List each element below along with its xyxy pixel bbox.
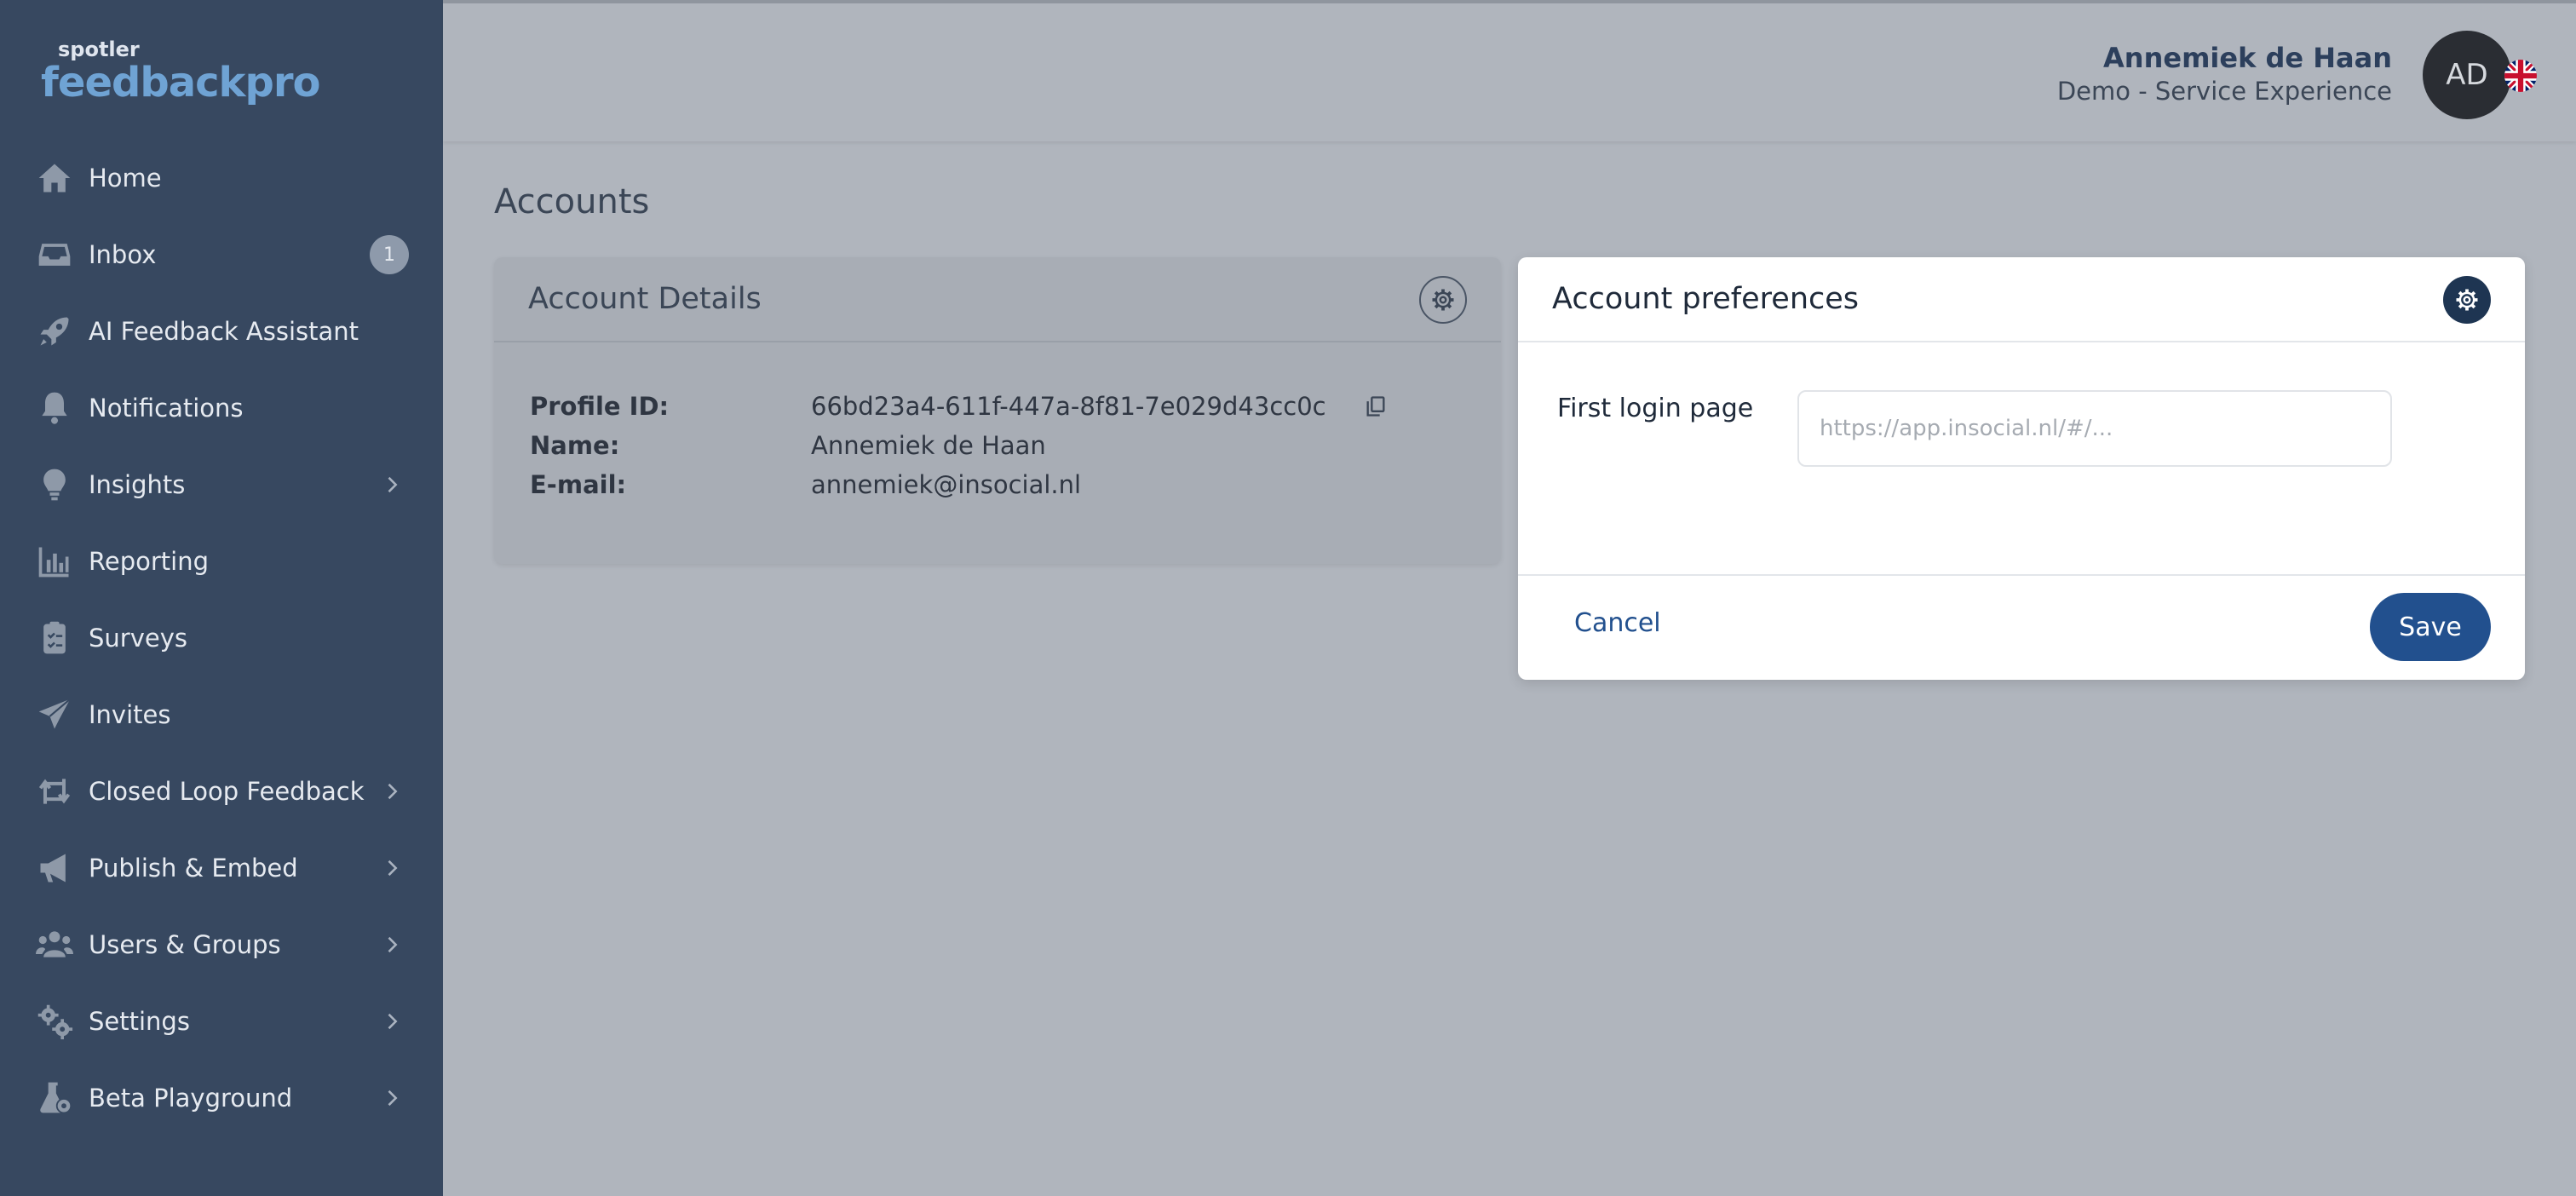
profile-id-value: 66bd23a4-611f-447a-8f81-7e029d43cc0c <box>811 392 1326 421</box>
first-login-page-input[interactable] <box>1797 390 2392 467</box>
inbox-icon <box>34 234 75 275</box>
email-label: E-mail: <box>530 470 627 499</box>
sidebar-item-label: Surveys <box>89 624 187 653</box>
chevron-right-icon <box>388 783 398 800</box>
cogs-icon <box>34 1001 75 1042</box>
sidebar-item-label: Insights <box>89 470 186 499</box>
brand-logo-small: spotler <box>58 37 140 61</box>
flask-icon <box>34 1078 75 1118</box>
save-button[interactable]: Save <box>2370 593 2491 661</box>
sidebar-item-label: Closed Loop Feedback <box>89 777 365 806</box>
account-details-title: Account Details <box>528 282 762 316</box>
account-details-settings-button[interactable] <box>1419 276 1467 324</box>
page-title: Accounts <box>494 182 650 221</box>
sidebar-item-reporting[interactable]: Reporting <box>0 523 443 600</box>
account-preferences-settings-button[interactable] <box>2443 276 2491 324</box>
account-preferences-body: First login page <box>1518 342 2525 576</box>
cancel-button[interactable]: Cancel <box>1574 608 1661 638</box>
sidebar-item-label: Notifications <box>89 394 244 423</box>
sidebar-item-label: Settings <box>89 1007 190 1036</box>
gear-icon <box>2456 289 2478 311</box>
sidebar-item-inbox[interactable]: Inbox 1 <box>0 216 443 293</box>
sidebar-item-label: AI Feedback Assistant <box>89 317 359 346</box>
chevron-right-icon <box>388 860 398 877</box>
copy-icon[interactable] <box>1364 394 1388 418</box>
sidebar-item-label: Invites <box>89 700 171 729</box>
sidebar-item-label: Users & Groups <box>89 930 281 959</box>
name-row: Name: Annemiek de Haan <box>530 426 1501 465</box>
sidebar-item-label: Home <box>89 164 162 193</box>
sidebar-item-ai-feedback-assistant[interactable]: AI Feedback Assistant <box>0 293 443 370</box>
sidebar-item-home[interactable]: Home <box>0 140 443 216</box>
top-header: Annemiek de Haan Demo - Service Experien… <box>443 0 2576 141</box>
account-preferences-title: Account preferences <box>1552 282 1860 316</box>
brand-logo[interactable]: spotler feedbackpro <box>41 37 320 106</box>
account-preferences-footer: Cancel Save <box>1518 576 2525 678</box>
sidebar-item-invites[interactable]: Invites <box>0 676 443 753</box>
bell-icon <box>34 388 75 428</box>
paper-plane-icon <box>34 694 75 735</box>
bar-chart-icon <box>34 541 75 582</box>
sidebar-item-insights[interactable]: Insights <box>0 446 443 523</box>
sidebar-item-settings[interactable]: Settings <box>0 983 443 1060</box>
email-value: annemiek@insocial.nl <box>811 470 1082 499</box>
sidebar-item-beta-playground[interactable]: Beta Playground <box>0 1060 443 1136</box>
uk-flag-icon[interactable] <box>2504 60 2537 92</box>
profile-id-label: Profile ID: <box>530 392 670 421</box>
sidebar: spotler feedbackpro Home Inbox 1 AI Feed… <box>0 0 443 1196</box>
gear-icon <box>1432 289 1454 311</box>
sidebar-item-users-groups[interactable]: Users & Groups <box>0 906 443 983</box>
account-details-card: Account Details Profile ID: 66bd23a4-611… <box>494 257 1501 564</box>
sidebar-item-label: Inbox <box>89 240 157 269</box>
email-row: E-mail: annemiek@insocial.nl <box>530 465 1501 504</box>
sidebar-item-surveys[interactable]: Surveys <box>0 600 443 676</box>
account-details-header: Account Details <box>494 257 1501 342</box>
chevron-right-icon <box>388 1090 398 1107</box>
first-login-page-label: First login page <box>1557 394 1754 423</box>
sidebar-item-label: Beta Playground <box>89 1084 293 1113</box>
sidebar-item-label: Publish & Embed <box>89 854 298 883</box>
account-details-body: Profile ID: 66bd23a4-611f-447a-8f81-7e02… <box>494 342 1501 504</box>
sidebar-item-label: Reporting <box>89 547 209 576</box>
loop-icon <box>34 771 75 812</box>
home-icon <box>34 158 75 198</box>
megaphone-icon <box>34 848 75 888</box>
users-icon <box>34 924 75 965</box>
sidebar-item-publish-embed[interactable]: Publish & Embed <box>0 830 443 906</box>
sidebar-item-closed-loop-feedback[interactable]: Closed Loop Feedback <box>0 753 443 830</box>
chevron-right-icon <box>388 936 398 953</box>
chevron-right-icon <box>388 476 398 493</box>
profile-id-row: Profile ID: 66bd23a4-611f-447a-8f81-7e02… <box>530 387 1501 426</box>
inbox-count-badge: 1 <box>370 235 409 274</box>
account-preferences-dialog: Account preferences First login page Can… <box>1518 257 2525 680</box>
avatar[interactable]: AD <box>2423 31 2511 119</box>
brand-logo-big: feedbackpro <box>41 59 320 106</box>
rocket-icon <box>34 311 75 352</box>
sidebar-nav: Home Inbox 1 AI Feedback Assistant Notif… <box>0 140 443 1136</box>
chevron-right-icon <box>388 1013 398 1030</box>
clipboard-icon <box>34 618 75 658</box>
name-label: Name: <box>530 431 620 460</box>
user-info[interactable]: Annemiek de Haan Demo - Service Experien… <box>2057 41 2392 107</box>
account-preferences-header: Account preferences <box>1518 257 2525 342</box>
user-name: Annemiek de Haan <box>2103 42 2392 74</box>
sidebar-item-notifications[interactable]: Notifications <box>0 370 443 446</box>
lightbulb-icon <box>34 464 75 505</box>
name-value: Annemiek de Haan <box>811 431 1046 460</box>
user-organization: Demo - Service Experience <box>2056 77 2392 106</box>
